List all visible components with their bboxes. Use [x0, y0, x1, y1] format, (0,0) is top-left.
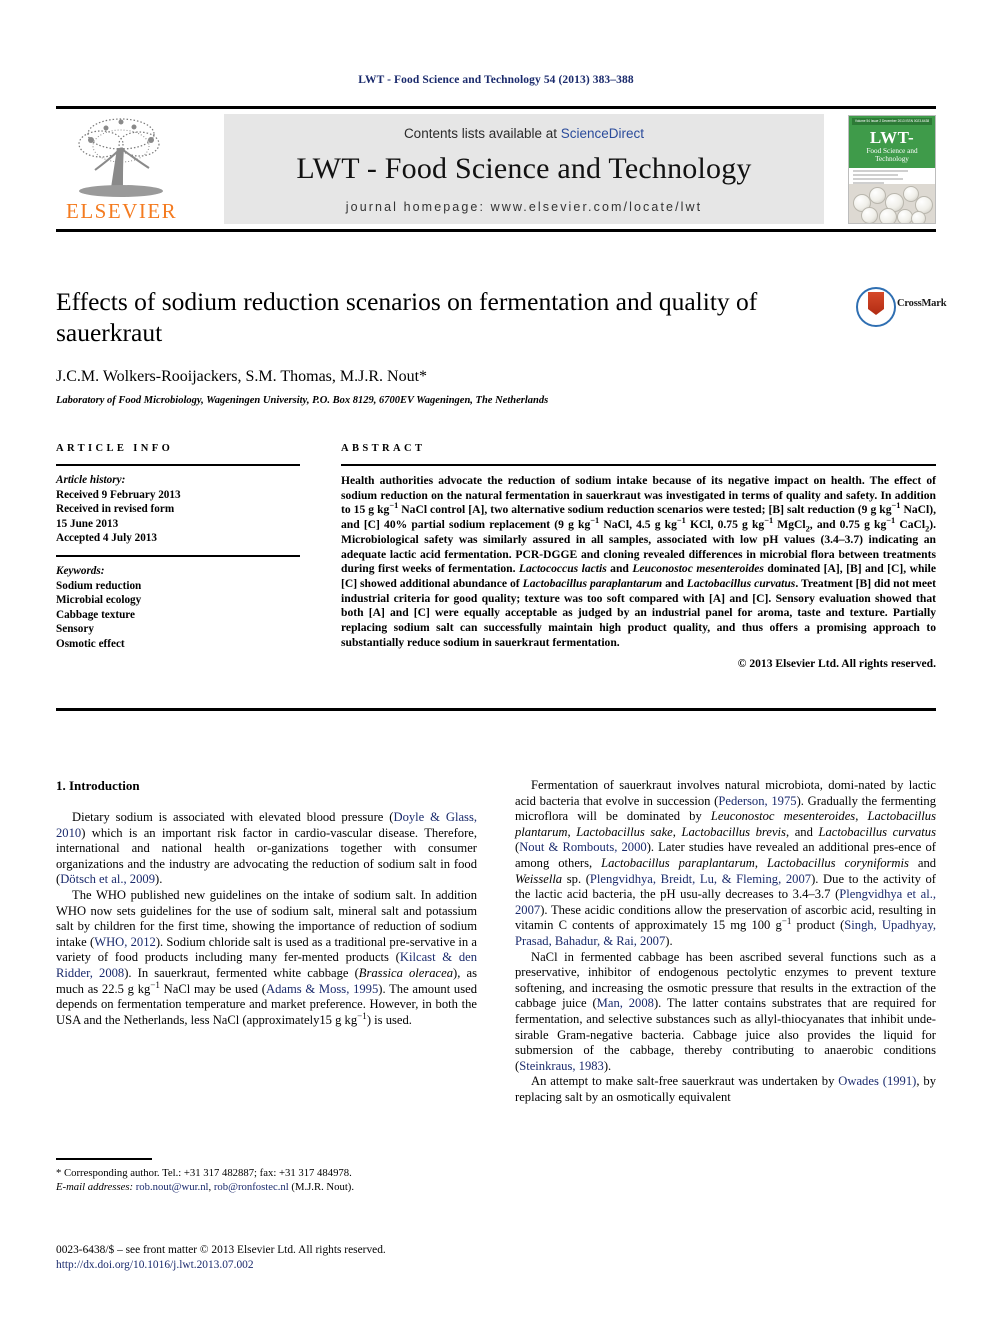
crossmark-badge[interactable]: CrossMark: [856, 287, 947, 327]
cover-subtitle: Food Science and Technology: [866, 147, 918, 163]
masthead-center-band: Contents lists available at ScienceDirec…: [224, 114, 824, 224]
journal-masthead: ELSEVIER Contents lists available at Sci…: [56, 106, 936, 232]
paragraph: Dietary sodium is associated with elevat…: [56, 810, 477, 887]
article-history: Article history: Received 9 February 201…: [56, 473, 300, 546]
sciencedirect-link[interactable]: ScienceDirect: [561, 126, 644, 141]
journal-homepage-link[interactable]: journal homepage: www.elsevier.com/locat…: [224, 200, 824, 214]
keyword-item: Osmotic effect: [56, 637, 125, 650]
page-title: Effects of sodium reduction scenarios on…: [56, 287, 758, 347]
elsevier-tree-icon: [78, 118, 163, 197]
citation-link[interactable]: Adams & Moss, 1995: [266, 982, 378, 996]
abstract-bottom-rule: [56, 708, 936, 711]
paragraph: NaCl in fermented cabbage has been ascri…: [515, 949, 936, 1073]
journal-title: LWT - Food Science and Technology: [296, 152, 752, 185]
issn-copyright-block: 0023-6438/$ – see front matter © 2013 El…: [56, 1243, 556, 1273]
email-suffix: (M.J.R. Nout).: [291, 1180, 355, 1193]
keyword-item: Sodium reduction: [56, 579, 142, 592]
citation-link[interactable]: WHO, 2012: [94, 935, 156, 949]
citation-link[interactable]: Pederson, 1975: [718, 794, 796, 808]
email-link-2[interactable]: rob@ronfostec.nl: [214, 1181, 289, 1193]
abstract-text: Health authorities advocate the reductio…: [341, 474, 937, 649]
email-note: E-mail addresses: rob.nout@wur.nl, rob@r…: [56, 1180, 355, 1193]
keyword-item: Microbial ecology: [56, 594, 142, 607]
doi-link[interactable]: http://dx.doi.org/10.1016/j.lwt.2013.07.…: [56, 1258, 556, 1273]
keywords-label: Keywords:: [56, 564, 105, 577]
running-head: LWT - Food Science and Technology 54 (20…: [358, 74, 634, 86]
section-heading-introduction: 1. Introduction: [56, 778, 140, 793]
citation-link[interactable]: Owades (1991): [838, 1074, 916, 1088]
elsevier-logo: ELSEVIER: [66, 114, 176, 222]
cover-photo: [849, 184, 935, 223]
cover-title: LWT-: [869, 128, 915, 147]
crossmark-icon: [856, 287, 896, 327]
elsevier-wordmark: ELSEVIER: [66, 199, 178, 223]
citation-link[interactable]: Doyle & Glass, 2010: [56, 810, 477, 840]
article-info-column: ARTICLE INFO Article history: Received 9…: [56, 443, 300, 652]
crossmark-label: CrossMark: [897, 298, 947, 309]
contents-available-line: Contents lists available at ScienceDirec…: [224, 114, 824, 141]
citation-link[interactable]: Man, 2008: [597, 996, 654, 1010]
citation-link[interactable]: Plengvidhya et al., 2007: [515, 887, 936, 917]
keyword-item: Cabbage texture: [56, 608, 136, 621]
citation-link[interactable]: Plengvidhya, Breidt, Lu, & Fleming, 2007: [590, 872, 811, 886]
cover-top-strip: Volume 54 Issue 2 December 2013 ISSN 002…: [852, 118, 932, 125]
footnote-block: * Corresponding author. Tel.: +31 317 48…: [56, 1158, 477, 1194]
paragraph: An attempt to make salt-free sauerkraut …: [515, 1074, 936, 1104]
citation-link[interactable]: Dötsch et al., 2009: [60, 872, 155, 886]
body-column-left: 1. Introduction Dietary sodium is associ…: [56, 778, 477, 1028]
history-line: Received in revised form: [56, 503, 175, 516]
affiliation: Laboratory of Food Microbiology, Wagenin…: [56, 395, 549, 406]
history-line: 15 June 2013: [56, 517, 119, 530]
paragraph: The WHO published new guidelines on the …: [56, 887, 478, 1027]
article-history-label: Article history:: [56, 474, 126, 486]
article-info-heading: ARTICLE INFO: [56, 443, 174, 454]
corresponding-author-note: * Corresponding author. Tel.: +31 317 48…: [56, 1166, 352, 1179]
keyword-item: Sensory: [56, 623, 94, 636]
author-list: J.C.M. Wolkers-Rooijackers, S.M. Thomas,…: [56, 368, 428, 385]
footnote-rule: [56, 1158, 152, 1160]
abstract-column: ABSTRACT Health authorities advocate the…: [341, 443, 936, 670]
citation-link[interactable]: Nout & Rombouts, 2000: [519, 840, 646, 854]
masthead-bottom-rule: [56, 229, 936, 232]
journal-cover-thumbnail[interactable]: Volume 54 Issue 2 December 2013 ISSN 002…: [848, 115, 936, 224]
citation-link[interactable]: Steinkraus, 1983: [519, 1059, 604, 1073]
history-line: Accepted 4 July 2013: [56, 532, 157, 545]
abstract-rule: [341, 464, 936, 466]
article-info-rule: [56, 464, 300, 466]
paragraph: Fermentation of sauerkraut involves natu…: [515, 778, 937, 948]
keywords-rule: [56, 554, 300, 557]
title-block: Effects of sodium reduction scenarios on…: [56, 286, 947, 406]
history-line: Received 9 February 2013: [56, 488, 181, 501]
body-column-right: Fermentation of sauerkraut involves natu…: [515, 778, 936, 1105]
abstract-copyright: © 2013 Elsevier Ltd. All rights reserved…: [737, 657, 936, 671]
abstract-heading: ABSTRACT: [341, 443, 426, 454]
citation-link[interactable]: Singh, Upadhyay, Prasad, Bahadur, & Rai,…: [515, 918, 936, 948]
issn-line: 0023-6438/$ – see front matter © 2013 El…: [56, 1244, 386, 1256]
shield-icon: [868, 292, 884, 315]
journal-article-page: LWT - Food Science and Technology 54 (20…: [0, 0, 992, 1323]
contents-prefix: Contents lists available at: [403, 126, 561, 141]
keywords-list: Keywords: Sodium reduction Microbial eco…: [56, 564, 300, 652]
masthead-top-rule: [56, 106, 936, 109]
email-link-1[interactable]: rob.nout@wur.nl: [136, 1181, 209, 1193]
email-label: E-mail addresses:: [56, 1180, 134, 1193]
